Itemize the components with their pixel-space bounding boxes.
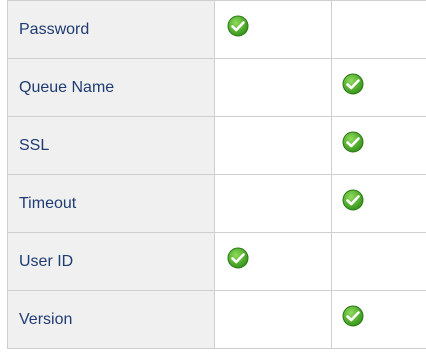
column-2-cell [214,232,332,291]
row-label: Queue Name [7,58,215,117]
column-2-cell [214,116,332,175]
properties-table: Password Queue Name SSL Timeout User ID Versi… [7,0,426,349]
column-2-cell [214,290,332,349]
check-circle-icon [342,189,364,211]
check-circle-icon [342,305,364,327]
column-3-cell [331,116,426,175]
row-label: User ID [7,232,215,291]
table-row: User ID [7,232,426,291]
column-2-cell [214,174,332,233]
table-row: Password [7,0,426,59]
row-label: Password [7,0,215,59]
check-circle-icon [342,131,364,153]
column-3-cell [331,232,426,291]
table-row: Version [7,290,426,349]
check-circle-icon [342,73,364,95]
check-circle-icon [227,15,249,37]
row-label: SSL [7,116,215,175]
table-row: SSL [7,116,426,175]
column-3-cell [331,58,426,117]
table-row: Queue Name [7,58,426,117]
check-circle-icon [227,247,249,269]
row-label: Version [7,290,215,349]
column-2-cell [214,58,332,117]
column-3-cell [331,290,426,349]
column-3-cell [331,174,426,233]
row-label: Timeout [7,174,215,233]
column-2-cell [214,0,332,59]
table-row: Timeout [7,174,426,233]
column-3-cell [331,0,426,59]
